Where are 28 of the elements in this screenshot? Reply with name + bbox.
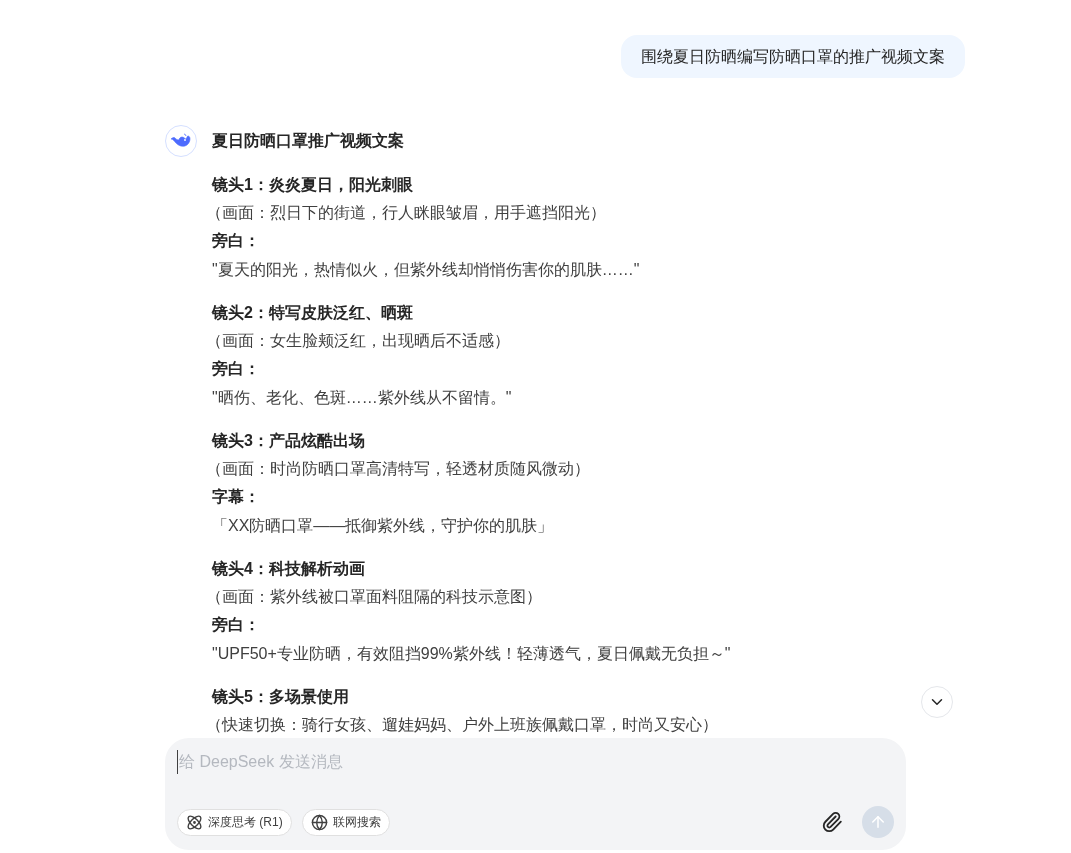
globe-icon <box>310 813 328 831</box>
message-input[interactable]: 给 DeepSeek 发送消息 <box>177 750 894 774</box>
scene-description: （画面：时尚防晒口罩高清特写，轻透材质随风微动） <box>206 459 590 479</box>
scene-description: （快速切换：骑行女孩、遛娃妈妈、户外上班族佩戴口罩，时尚又安心） <box>206 715 718 735</box>
scene-title: 镜头5：多场景使用 <box>212 687 349 707</box>
scene-title: 镜头4：科技解析动画 <box>212 559 365 579</box>
scene-description: （画面：紫外线被口罩面料阻隔的科技示意图） <box>206 587 542 607</box>
whale-logo-icon <box>170 133 192 149</box>
scene-label: 旁白： <box>212 231 260 251</box>
deep-think-toggle[interactable]: 深度思考 (R1) <box>177 808 292 836</box>
scene-line: 「XX防晒口罩——抵御紫外线，守护你的肌肤」 <box>212 516 554 536</box>
scene-label: 字幕： <box>212 487 260 507</box>
scene-line: "夏天的阳光，热情似火，但紫外线却悄悄伤害你的肌肤……" <box>212 260 640 280</box>
scroll-down-button[interactable] <box>921 686 953 718</box>
scene-title: 镜头2：特写皮肤泛红、晒斑 <box>212 303 413 323</box>
web-search-toggle[interactable]: 联网搜索 <box>301 808 390 836</box>
scene-label: 旁白： <box>212 359 260 379</box>
scene-title: 镜头3：产品炫酷出场 <box>212 431 365 451</box>
scene-line: "晒伤、老化、色斑……紫外线从不留情。" <box>212 388 512 408</box>
scene-description: （画面：烈日下的街道，行人眯眼皱眉，用手遮挡阳光） <box>206 203 606 223</box>
paperclip-icon <box>821 811 843 833</box>
user-message: 围绕夏日防晒编写防晒口罩的推广视频文案 <box>621 35 965 78</box>
scene-label: 旁白： <box>212 615 260 635</box>
scene-description: （画面：女生脸颊泛红，出现晒后不适感） <box>206 331 510 351</box>
scene-title: 镜头1：炎炎夏日，阳光刺眼 <box>212 175 413 195</box>
scene-line: "UPF50+专业防晒，有效阻挡99%紫外线！轻薄透气，夏日佩戴无负担～" <box>212 644 731 664</box>
reply-title: 夏日防晒口罩推广视频文案 <box>212 131 405 151</box>
atom-icon <box>186 813 203 831</box>
